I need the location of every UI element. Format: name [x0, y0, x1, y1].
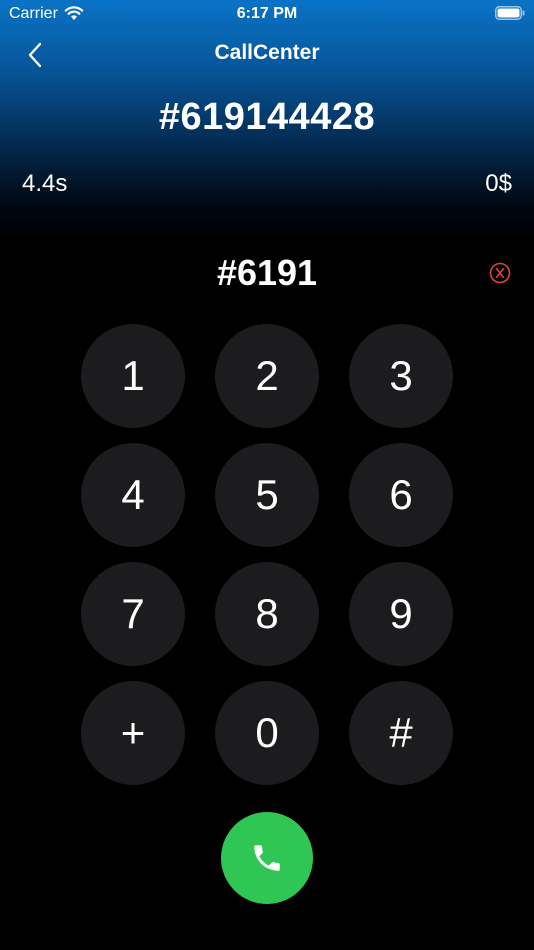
call-duration: 4.4s [22, 170, 68, 197]
key-plus[interactable]: + [81, 681, 185, 785]
status-time: 6:17 PM [236, 5, 298, 22]
call-button[interactable] [221, 812, 313, 904]
call-cost: 0$ [485, 170, 512, 197]
key-9[interactable]: 9 [349, 562, 453, 666]
key-7[interactable]: 7 [81, 562, 185, 666]
status-bar: Carrier 6:17 PM [0, 0, 534, 28]
key-1[interactable]: 1 [81, 324, 185, 428]
key-5[interactable]: 5 [215, 443, 319, 547]
key-6[interactable]: 6 [349, 443, 453, 547]
clear-x-icon [489, 262, 511, 284]
key-8[interactable]: 8 [215, 562, 319, 666]
call-number: #619144428 [158, 96, 376, 138]
page-title: CallCenter [214, 41, 320, 64]
clear-button[interactable] [489, 262, 511, 284]
phone-icon [254, 845, 280, 871]
key-2[interactable]: 2 [215, 324, 319, 428]
key-0[interactable]: 0 [215, 681, 319, 785]
key-4[interactable]: 4 [81, 443, 185, 547]
battery-icon [495, 6, 525, 20]
dial-input-display: #6191 [216, 252, 318, 293]
key-hash[interactable]: # [349, 681, 453, 785]
dialer-screen: Carrier 6:17 PM CallCenter #619144428 4.… [0, 0, 534, 950]
key-3[interactable]: 3 [349, 324, 453, 428]
